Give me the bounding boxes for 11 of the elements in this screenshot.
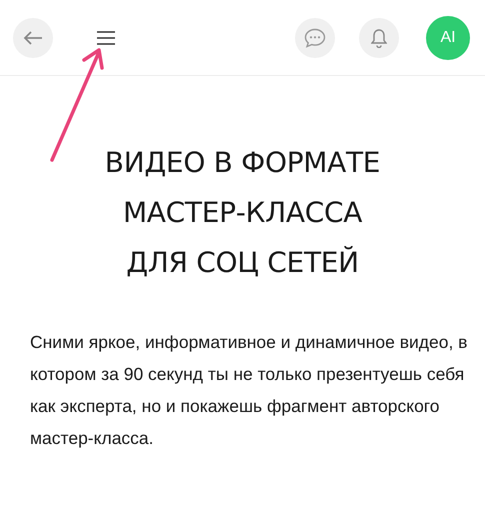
back-button[interactable] [13,18,53,58]
bell-icon [371,28,387,48]
menu-icon [97,30,115,46]
chat-bubble-icon [304,28,326,48]
chat-button[interactable] [295,18,335,58]
notifications-button[interactable] [359,18,399,58]
page-title: ВИДЕО В ФОРМАТЕ МАСТЕР-КЛАССА ДЛЯ СОЦ СЕТЕЙ [104,145,382,281]
avatar-button[interactable]: AI [426,16,470,60]
description-text: Сними яркое, информативное и динамичное видео, в котором за 90 секунд ты не только презентуешь себя как эксперта, но и покажешь фрагмент авторского мастер-класса. [30,331,468,450]
back-arrow-icon [23,30,43,46]
menu-button[interactable] [97,30,115,46]
